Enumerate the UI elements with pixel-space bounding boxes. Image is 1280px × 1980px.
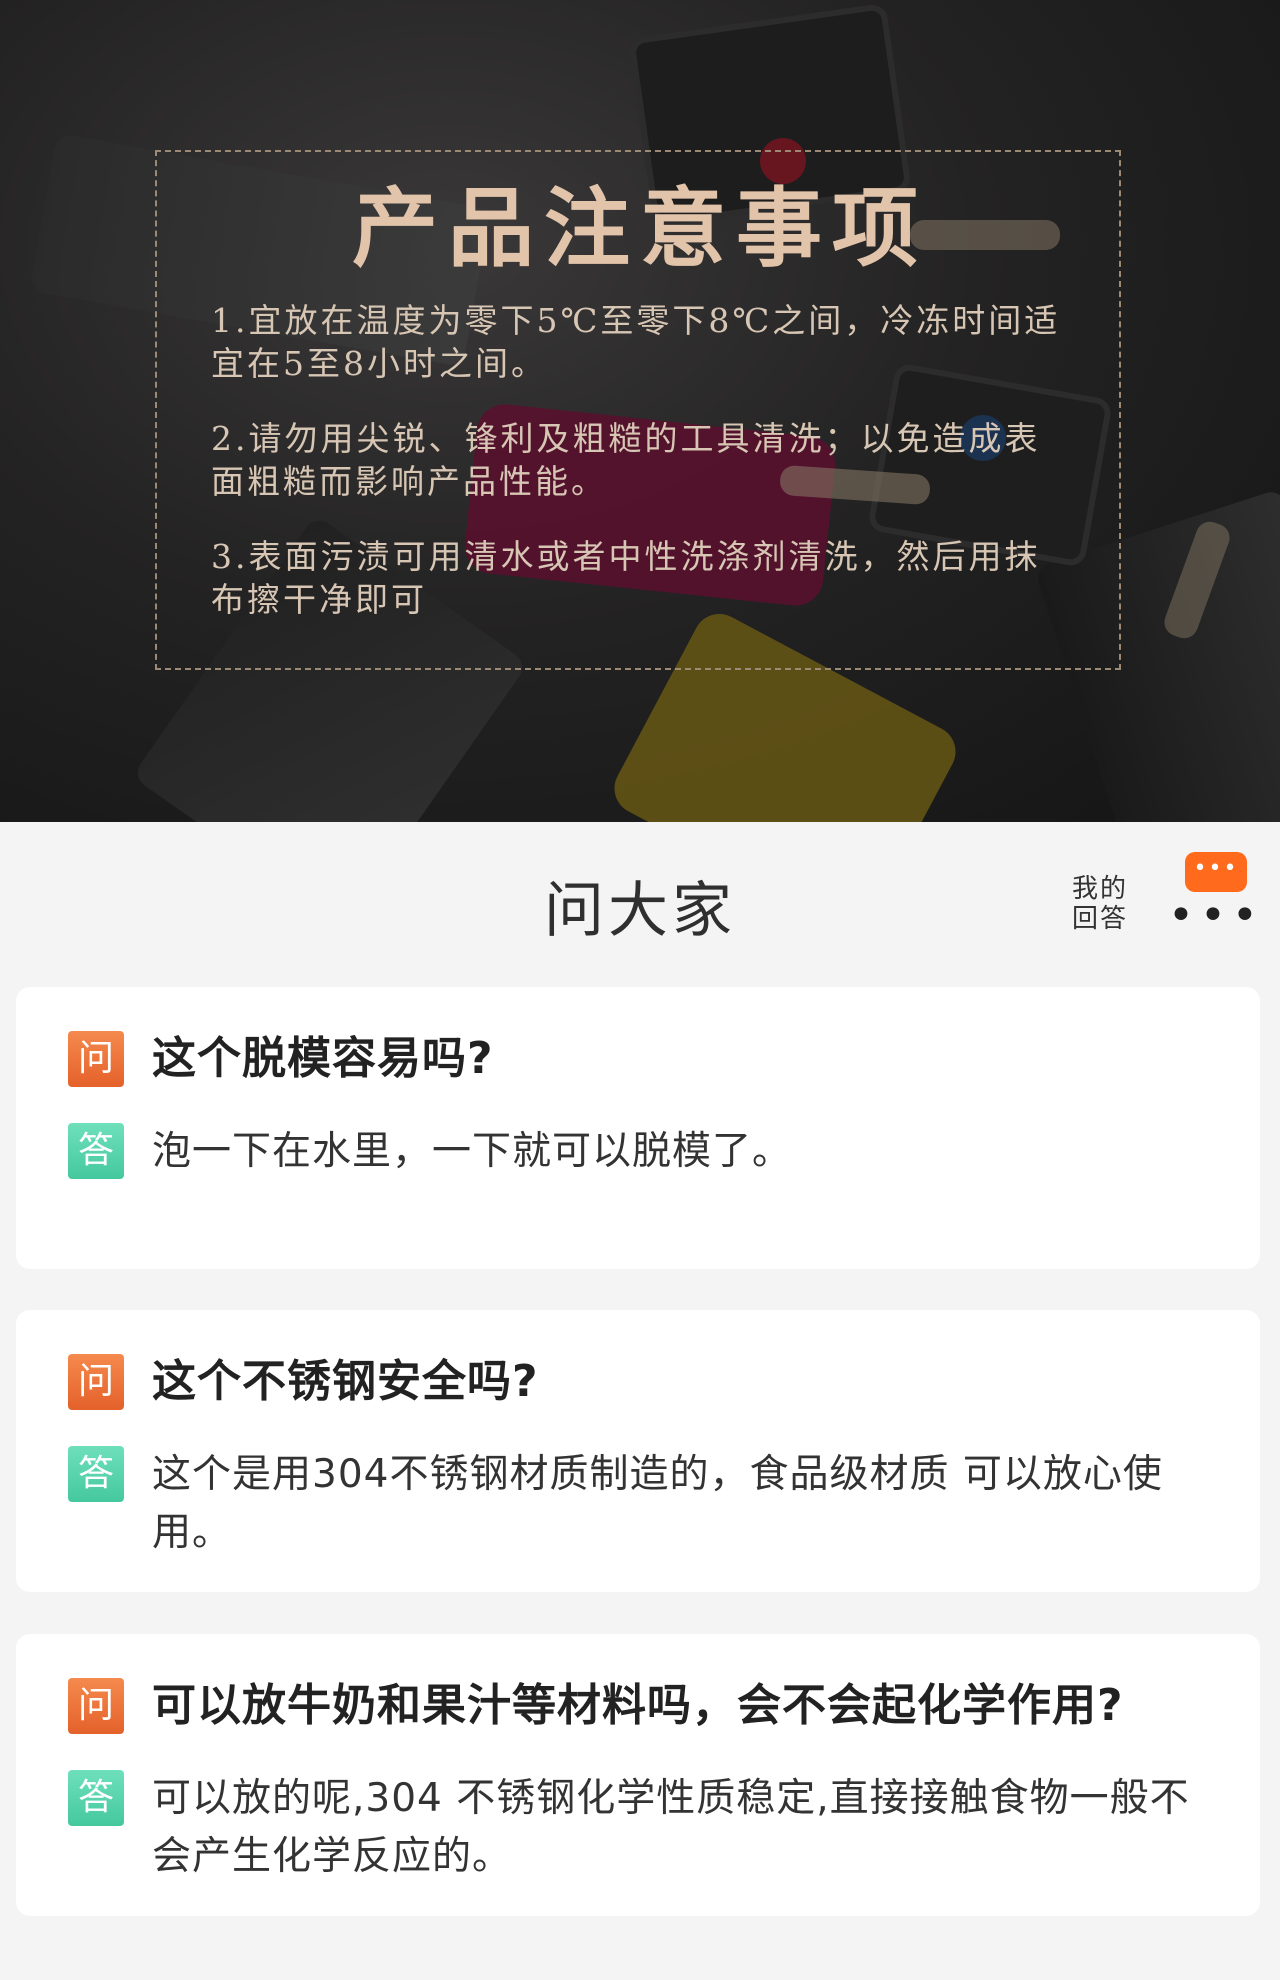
- qa-card[interactable]: 问 这个不锈钢安全吗? 答 这个是用304不锈钢材质制造的，食品级材质 可以放心…: [16, 1310, 1260, 1592]
- ask-header: 问大家 我的 回答 ••• •••: [0, 822, 1280, 987]
- qa-card[interactable]: 问 可以放牛奶和果汁等材料吗，会不会起化学作用? 答 可以放的呢,304 不锈钢…: [16, 1634, 1260, 1916]
- answer-row: 答 泡一下在水里，一下就可以脱模了。: [68, 1123, 1212, 1181]
- more-dots-icon: •••: [1168, 890, 1264, 941]
- qa-card[interactable]: 问 这个脱模容易吗? 答 泡一下在水里，一下就可以脱模了。: [16, 987, 1260, 1269]
- my-answers-label: 我的: [1072, 874, 1129, 904]
- product-notice-banner: 产品注意事项 1.宜放在温度为零下5℃至零下8℃之间，冷冻时间适宜在5至8小时之…: [0, 0, 1280, 822]
- question-tag: 问: [68, 1678, 124, 1734]
- answer-tag: 答: [68, 1770, 124, 1826]
- question-tag: 问: [68, 1354, 124, 1410]
- notice-item: 2.请勿用尖锐、锋利及粗糙的工具清洗；以免造成表面粗糙而影响产品性能。: [211, 418, 1041, 501]
- answer-text: 这个是用304不锈钢材质制造的，食品级材质 可以放心使用。: [152, 1452, 1163, 1555]
- notice-box: 产品注意事项 1.宜放在温度为零下5℃至零下8℃之间，冷冻时间适宜在5至8小时之…: [155, 150, 1121, 670]
- question-row: 问 这个不锈钢安全吗?: [68, 1354, 539, 1410]
- answer-row: 答 可以放的呢,304 不锈钢化学性质稳定,直接接触食物一般不会产生化学反应的。: [68, 1770, 1212, 1886]
- my-answers-label: 回答: [1072, 904, 1129, 934]
- question-text: 这个不锈钢安全吗?: [152, 1356, 539, 1407]
- answer-row: 答 这个是用304不锈钢材质制造的，食品级材质 可以放心使用。: [68, 1446, 1212, 1562]
- question-row: 问 可以放牛奶和果汁等材料吗，会不会起化学作用?: [68, 1678, 1124, 1734]
- chat-bubble-icon: •••: [1185, 852, 1247, 892]
- my-answers-button[interactable]: 我的 回答: [1072, 874, 1128, 934]
- notice-item: 1.宜放在温度为零下5℃至零下8℃之间，冷冻时间适宜在5至8小时之间。: [211, 300, 1061, 383]
- notice-title: 产品注意事项: [352, 178, 928, 279]
- answer-tag: 答: [68, 1123, 124, 1179]
- answer-tag: 答: [68, 1446, 124, 1502]
- question-text: 这个脱模容易吗?: [152, 1033, 494, 1084]
- more-button[interactable]: ••• •••: [1168, 852, 1258, 942]
- question-row: 问 这个脱模容易吗?: [68, 1031, 494, 1087]
- notice-item: 3.表面污渍可用清水或者中性洗涤剂清洗，然后用抹布擦干净即可: [211, 536, 1041, 619]
- answer-text: 可以放的呢,304 不锈钢化学性质稳定,直接接触食物一般不会产生化学反应的。: [152, 1776, 1190, 1879]
- question-text: 可以放牛奶和果汁等材料吗，会不会起化学作用?: [152, 1680, 1124, 1731]
- answer-text: 泡一下在水里，一下就可以脱模了。: [152, 1129, 793, 1174]
- question-tag: 问: [68, 1031, 124, 1087]
